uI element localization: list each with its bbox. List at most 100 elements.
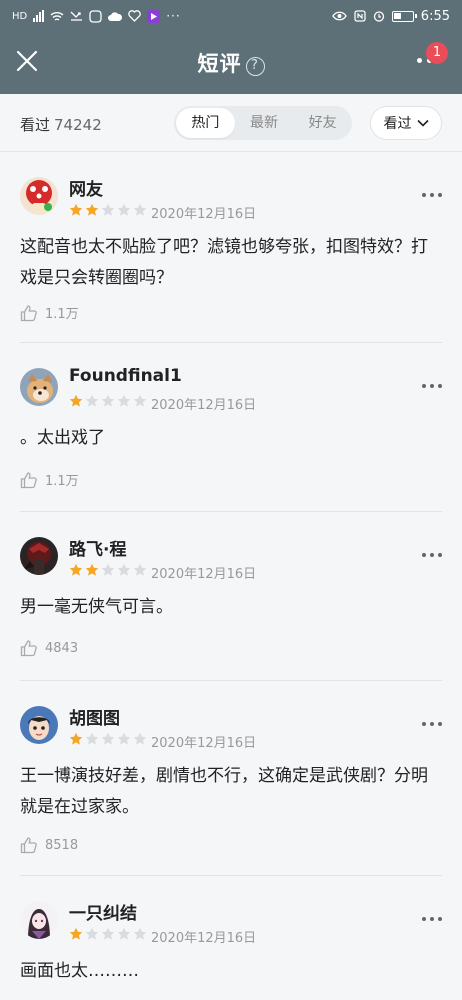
clock: 6:55	[420, 8, 450, 24]
rating-stars	[69, 927, 147, 941]
tab-hot[interactable]: 热门	[176, 108, 235, 138]
rating-stars	[69, 203, 147, 217]
status-right: 6:55	[332, 9, 450, 24]
star-empty-icon	[133, 927, 147, 940]
star-filled-icon	[69, 203, 83, 216]
alarm-icon	[373, 11, 384, 22]
star-empty-icon	[85, 927, 99, 940]
review-menu-button[interactable]	[422, 917, 442, 921]
like-button[interactable]: 1.1万	[20, 303, 79, 322]
review-text: 男一毫无侠气可言。	[20, 597, 173, 617]
page-title: 短评?	[0, 48, 462, 78]
star-empty-icon	[117, 927, 131, 940]
filter-bar: 看过 74242 热门 最新 好友 看过	[0, 94, 462, 152]
star-empty-icon	[117, 394, 131, 407]
reviewer-name[interactable]: 网友	[69, 175, 103, 200]
star-empty-icon	[85, 732, 99, 745]
hd-indicator: HD	[12, 10, 28, 22]
star-empty-icon	[133, 563, 147, 576]
reviewer-name[interactable]: 一只纠结	[69, 899, 137, 924]
like-count: 1.1万	[45, 307, 79, 322]
star-empty-icon	[101, 394, 115, 407]
missed-call-icon	[70, 11, 83, 21]
star-empty-icon	[101, 203, 115, 216]
review-date: 2020年12月16日	[151, 931, 257, 946]
battery-icon	[391, 10, 417, 22]
star-filled-icon	[69, 732, 83, 745]
review-date: 2020年12月16日	[151, 567, 257, 582]
star-empty-icon	[133, 394, 147, 407]
like-button[interactable]: 1.1万	[20, 470, 79, 489]
watched-filter-dropdown[interactable]: 看过	[370, 106, 442, 140]
like-button[interactable]: 4843	[20, 639, 78, 657]
avatar[interactable]	[20, 901, 58, 939]
like-count: 8518	[45, 837, 79, 853]
rating-stars	[69, 394, 147, 408]
watched-count: 74242	[54, 116, 102, 134]
review-item: 网友 2020年12月16日 这配音也太不贴脸了吧？滤镜也够夸张，扣图特效？打戏…	[20, 152, 442, 343]
rating-stars	[69, 732, 147, 746]
star-empty-icon	[101, 563, 115, 576]
review-menu-button[interactable]	[422, 193, 442, 197]
reviewer-name[interactable]: 胡图图	[69, 704, 120, 729]
page-title-text: 短评	[197, 52, 242, 76]
rating-stars	[69, 563, 147, 577]
watched-label: 看过	[20, 116, 51, 134]
status-left: HD ···	[12, 9, 181, 23]
watched-count-label: 看过 74242	[20, 114, 102, 135]
app-icon	[89, 9, 102, 23]
star-empty-icon	[133, 732, 147, 745]
star-empty-icon	[117, 732, 131, 745]
star-filled-icon	[85, 563, 99, 576]
cloud-icon	[108, 11, 123, 21]
help-icon[interactable]: ?	[245, 57, 265, 76]
review-date: 2020年12月16日	[151, 736, 257, 751]
avatar[interactable]	[20, 177, 58, 215]
thumbs-up-icon	[20, 640, 37, 657]
reviewer-name[interactable]: 路飞·程	[69, 535, 126, 560]
avatar[interactable]	[20, 706, 58, 744]
review-item: 路飞·程 2020年12月16日 男一毫无侠气可言。 4843	[20, 512, 442, 681]
review-date: 2020年12月16日	[151, 398, 257, 413]
star-filled-icon	[69, 394, 83, 407]
eye-icon	[332, 11, 347, 21]
star-filled-icon	[85, 203, 99, 216]
like-count: 4843	[45, 640, 79, 656]
review-item: Foundfinal1 2020年12月16日 。太出戏了 1.1万	[20, 343, 442, 512]
chevron-down-icon	[416, 119, 429, 127]
like-count: 1.1万	[45, 474, 79, 489]
star-empty-icon	[117, 203, 131, 216]
reviewer-name[interactable]: Foundfinal1	[69, 366, 182, 386]
watched-filter-label: 看过	[383, 116, 412, 132]
star-empty-icon	[133, 203, 147, 216]
more-notifications-icon: ···	[166, 9, 181, 23]
avatar[interactable]	[20, 368, 58, 406]
tab-latest[interactable]: 最新	[235, 108, 294, 138]
status-bar: HD ··· 6:55	[0, 0, 462, 32]
star-filled-icon	[69, 927, 83, 940]
review-item: 胡图图 2020年12月16日 王一博演技好差，剧情也不行，这确定是武侠剧？分明…	[20, 681, 442, 876]
wifi-icon	[50, 11, 64, 21]
avatar[interactable]	[20, 537, 58, 575]
nfc-icon	[354, 10, 366, 22]
thumbs-up-icon	[20, 471, 37, 488]
title-bar: 短评? 1	[0, 32, 462, 94]
review-menu-button[interactable]	[422, 722, 442, 726]
review-text: 这配音也太不贴脸了吧？滤镜也够夸张，扣图特效？打戏是只会转圈圈吗？	[20, 237, 428, 288]
review-menu-button[interactable]	[422, 384, 442, 388]
tab-friends[interactable]: 好友	[293, 108, 352, 138]
notification-badge: 1	[426, 42, 448, 64]
like-button[interactable]: 8518	[20, 836, 78, 854]
heart-icon	[128, 10, 142, 22]
star-empty-icon	[117, 563, 131, 576]
review-text: 王一博演技好差，剧情也不行，这确定是武侠剧？分明就是在过家家。	[20, 766, 428, 817]
signal-icon	[33, 10, 45, 22]
video-app-icon	[147, 9, 161, 23]
review-list: 网友 2020年12月16日 这配音也太不贴脸了吧？滤镜也够夸张，扣图特效？打戏…	[0, 152, 462, 1000]
sort-tabs: 热门 最新 好友	[174, 106, 352, 140]
review-text: 画面也太………	[20, 961, 139, 981]
star-empty-icon	[85, 394, 99, 407]
review-menu-button[interactable]	[422, 553, 442, 557]
star-empty-icon	[101, 732, 115, 745]
review-date: 2020年12月16日	[151, 207, 257, 222]
